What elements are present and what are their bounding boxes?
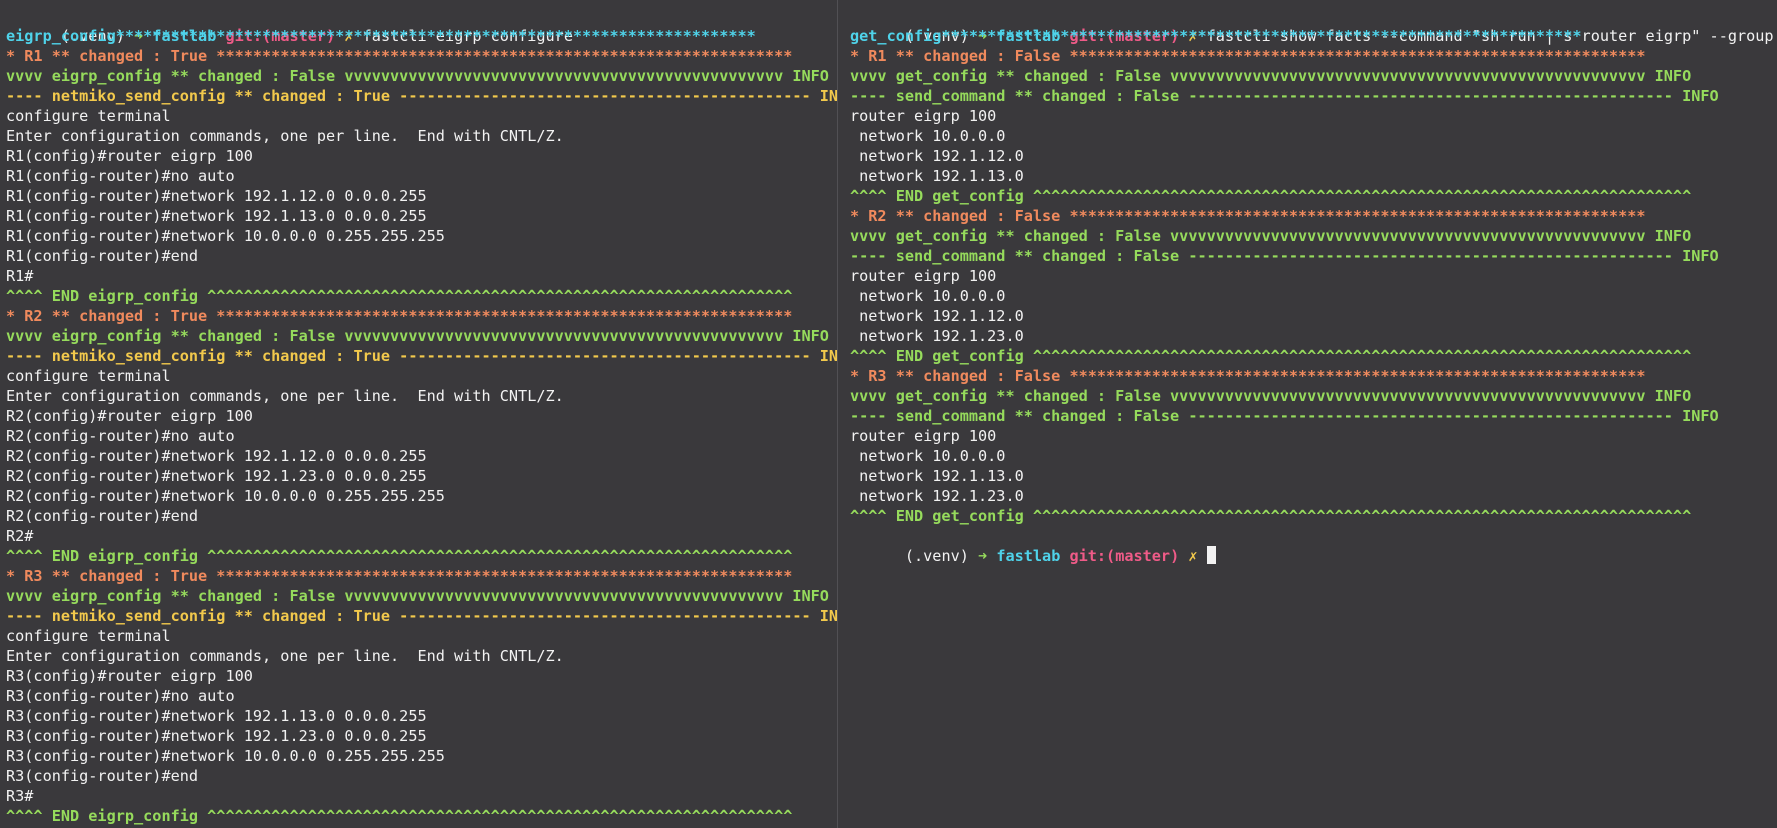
output-line: * R3 ** changed : False ****************… xyxy=(850,367,1646,385)
output-line: R3# xyxy=(6,787,34,805)
output-line: * R3 ** changed : True *****************… xyxy=(6,567,793,585)
output-line: R3(config-router)#network 192.1.13.0 0.0… xyxy=(6,707,427,725)
output-line: ---- netmiko_send_config ** changed : Tr… xyxy=(6,87,837,105)
output-line: R3(config)#router eigrp 100 xyxy=(6,667,253,685)
output-line: eigrp_config****************************… xyxy=(6,27,756,45)
output-line: network 192.1.23.0 xyxy=(850,487,1024,505)
command-prompt-line: (.venv) ➜ fastlab git:(master) ✗ fastcli… xyxy=(850,6,1777,45)
left-terminal-pane[interactable]: (.venv) ➜ fastlab git:(master) ✗ fastcli… xyxy=(0,0,837,828)
output-line: R2(config-router)#network 192.1.23.0 0.0… xyxy=(6,467,427,485)
output-line: R1(config-router)#no auto xyxy=(6,167,235,185)
output-line: vvvv get_config ** changed : False vvvvv… xyxy=(850,387,1692,405)
command-prompt-line: (.venv) ➜ fastlab git:(master) ✗ fastcli… xyxy=(6,6,837,45)
output-line: router eigrp 100 xyxy=(850,107,997,125)
output-line: network 192.1.12.0 xyxy=(850,307,1024,325)
output-line: vvvv eigrp_config ** changed : False vvv… xyxy=(6,67,829,85)
output-line: R1(config-router)#network 192.1.12.0 0.0… xyxy=(6,187,427,205)
terminal-window[interactable]: (.venv) ➜ fastlab git:(master) ✗ fastcli… xyxy=(0,0,1777,828)
output-line: ^^^^ END get_config ^^^^^^^^^^^^^^^^^^^^… xyxy=(850,507,1692,525)
output-line: ---- netmiko_send_config ** changed : Tr… xyxy=(6,607,837,625)
git-branch: git:(master) xyxy=(1069,547,1189,565)
output-line: Enter configuration commands, one per li… xyxy=(6,647,564,665)
output-line: vvvv eigrp_config ** changed : False vvv… xyxy=(6,587,829,605)
output-line: router eigrp 100 xyxy=(850,427,997,445)
output-line: R1# xyxy=(6,267,34,285)
output-line: R2# xyxy=(6,527,34,545)
output-line: network 192.1.13.0 xyxy=(850,467,1024,485)
output-line: R3(config-router)#no auto xyxy=(6,687,235,705)
output-line: network 10.0.0.0 xyxy=(850,447,1006,465)
output-line: network 192.1.23.0 xyxy=(850,327,1024,345)
output-line: R2(config)#router eigrp 100 xyxy=(6,407,253,425)
output-line: network 10.0.0.0 xyxy=(850,127,1006,145)
output-line: R1(config-router)#end xyxy=(6,247,199,265)
output-line: R3(config-router)#network 192.1.23.0 0.0… xyxy=(6,727,427,745)
output-line: R3(config-router)#end xyxy=(6,767,199,785)
output-line: ^^^^ END eigrp_config ^^^^^^^^^^^^^^^^^^… xyxy=(6,287,793,305)
output-line: ^^^^ END get_config ^^^^^^^^^^^^^^^^^^^^… xyxy=(850,347,1692,365)
output-block: eigrp_config****************************… xyxy=(6,26,837,826)
output-line: Enter configuration commands, one per li… xyxy=(6,127,564,145)
output-line: ^^^^ END eigrp_config ^^^^^^^^^^^^^^^^^^… xyxy=(6,807,793,825)
prompt-arrow-icon: ➜ xyxy=(978,547,997,565)
output-block: get_config******************************… xyxy=(850,26,1777,526)
output-line: * R2 ** changed : False ****************… xyxy=(850,207,1646,225)
output-line: network 192.1.13.0 xyxy=(850,167,1024,185)
venv-indicator: (.venv) xyxy=(904,547,979,565)
right-terminal-pane[interactable]: (.venv) ➜ fastlab git:(master) ✗ fastcli… xyxy=(838,0,1777,828)
output-line: R1(config-router)#network 10.0.0.0 0.255… xyxy=(6,227,445,245)
output-line: router eigrp 100 xyxy=(850,267,997,285)
output-line: ---- netmiko_send_config ** changed : Tr… xyxy=(6,347,837,365)
output-line: configure terminal xyxy=(6,107,171,125)
output-line: vvvv get_config ** changed : False vvvvv… xyxy=(850,67,1692,85)
output-line: R2(config-router)#no auto xyxy=(6,427,235,445)
output-line: configure terminal xyxy=(6,627,171,645)
text-cursor[interactable] xyxy=(1206,546,1216,564)
output-line: * R1 ** changed : False ****************… xyxy=(850,47,1646,65)
output-line: ---- send_command ** changed : False ---… xyxy=(850,87,1719,105)
output-line: * R1 ** changed : True *****************… xyxy=(6,47,793,65)
output-line: ^^^^ END eigrp_config ^^^^^^^^^^^^^^^^^^… xyxy=(6,547,793,565)
output-line: ---- send_command ** changed : False ---… xyxy=(850,247,1719,265)
output-line: R3(config-router)#network 10.0.0.0 0.255… xyxy=(6,747,445,765)
output-line: ^^^^ END get_config ^^^^^^^^^^^^^^^^^^^^… xyxy=(850,187,1692,205)
output-line: * R2 ** changed : True *****************… xyxy=(6,307,793,325)
output-line: Enter configuration commands, one per li… xyxy=(6,387,564,405)
output-line: R2(config-router)#network 10.0.0.0 0.255… xyxy=(6,487,445,505)
output-line: vvvv eigrp_config ** changed : False vvv… xyxy=(6,327,829,345)
output-line: R1(config-router)#network 192.1.13.0 0.0… xyxy=(6,207,427,225)
output-line: R2(config-router)#network 192.1.12.0 0.0… xyxy=(6,447,427,465)
output-line: vvvv get_config ** changed : False vvvvv… xyxy=(850,227,1692,245)
output-line: R1(config)#router eigrp 100 xyxy=(6,147,253,165)
output-line: network 192.1.12.0 xyxy=(850,147,1024,165)
output-line: ---- send_command ** changed : False ---… xyxy=(850,407,1719,425)
active-prompt-line[interactable]: (.venv) ➜ fastlab git:(master) ✗ xyxy=(850,526,1777,565)
current-directory: fastlab xyxy=(996,547,1070,565)
output-line: R2(config-router)#end xyxy=(6,507,199,525)
dirty-status-icon: ✗ xyxy=(1188,547,1207,565)
output-line: configure terminal xyxy=(6,367,171,385)
output-line: network 10.0.0.0 xyxy=(850,287,1006,305)
